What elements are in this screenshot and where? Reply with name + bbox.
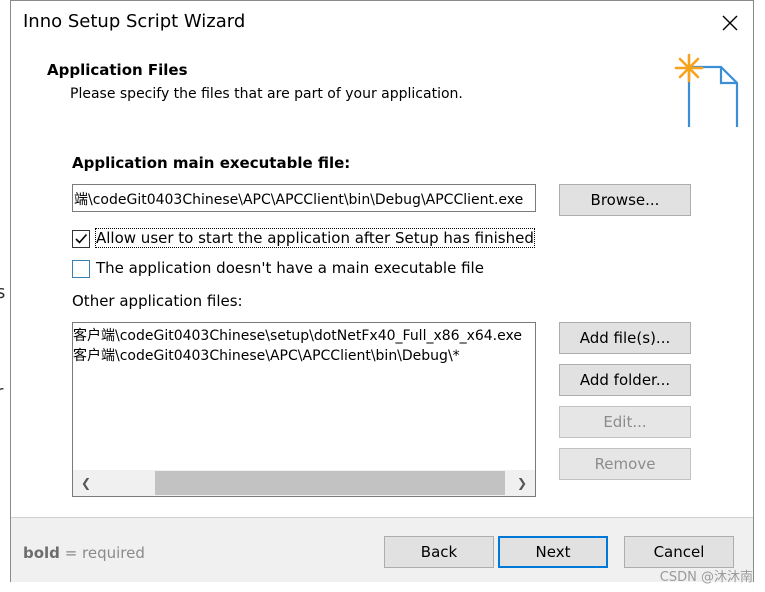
wizard-footer: bold = required Back Next Cancel: [11, 518, 753, 582]
add-folder-button[interactable]: Add folder...: [559, 364, 691, 396]
close-button[interactable]: [707, 1, 753, 45]
scroll-left-icon[interactable]: ❮: [75, 470, 97, 496]
wizard-header: Application Files Please specify the fil…: [11, 47, 753, 131]
scroll-right-icon[interactable]: ❯: [511, 470, 533, 496]
close-icon: [722, 15, 738, 31]
checkmark-icon: [75, 233, 88, 244]
list-item[interactable]: 客户端\codeGit0403Chinese\setup\dotNetFx40_…: [73, 325, 522, 345]
required-hint-bold: bold: [23, 544, 60, 562]
background-text-fragment: s: [0, 282, 6, 303]
wizard-window: Inno Setup Script Wizard Application Fil…: [10, 0, 754, 582]
title-bar: Inno Setup Script Wizard: [11, 1, 753, 47]
allow-start-label[interactable]: Allow user to start the application afte…: [95, 228, 535, 248]
add-files-button[interactable]: Add file(s)...: [559, 322, 691, 354]
page-subtitle: Please specify the files that are part o…: [70, 86, 463, 102]
main-exe-input[interactable]: 端\codeGit0403Chinese\APC\APCClient\bin\D…: [72, 184, 536, 212]
remove-button[interactable]: Remove: [559, 448, 691, 480]
browse-button[interactable]: Browse...: [559, 184, 691, 216]
no-main-exe-checkbox[interactable]: [72, 260, 90, 278]
scroll-thumb[interactable]: [155, 471, 505, 495]
back-button[interactable]: Back: [384, 536, 494, 568]
background-text-fragment: r: [0, 382, 3, 403]
watermark: CSDN @沐沐南: [659, 570, 753, 585]
allow-start-checkbox[interactable]: [72, 230, 90, 248]
cancel-button[interactable]: Cancel: [624, 536, 734, 568]
main-exe-label: Application main executable file:: [72, 154, 351, 172]
required-hint: bold = required: [23, 544, 145, 562]
other-files-list[interactable]: 客户端\codeGit0403Chinese\setup\dotNetFx40_…: [72, 322, 536, 497]
other-files-label: Other application files:: [72, 292, 243, 310]
window-title: Inno Setup Script Wizard: [23, 11, 246, 32]
list-item[interactable]: 客户端\codeGit0403Chinese\APC\APCClient\bin…: [73, 345, 460, 365]
required-hint-text: = required: [59, 544, 145, 562]
no-main-exe-label[interactable]: The application doesn't have a main exec…: [96, 259, 484, 277]
next-button[interactable]: Next: [498, 536, 608, 568]
horizontal-scrollbar[interactable]: ❮ ❯: [73, 470, 535, 496]
page-title: Application Files: [47, 61, 188, 79]
edit-button[interactable]: Edit...: [559, 406, 691, 438]
new-file-wizard-icon: [674, 53, 739, 127]
